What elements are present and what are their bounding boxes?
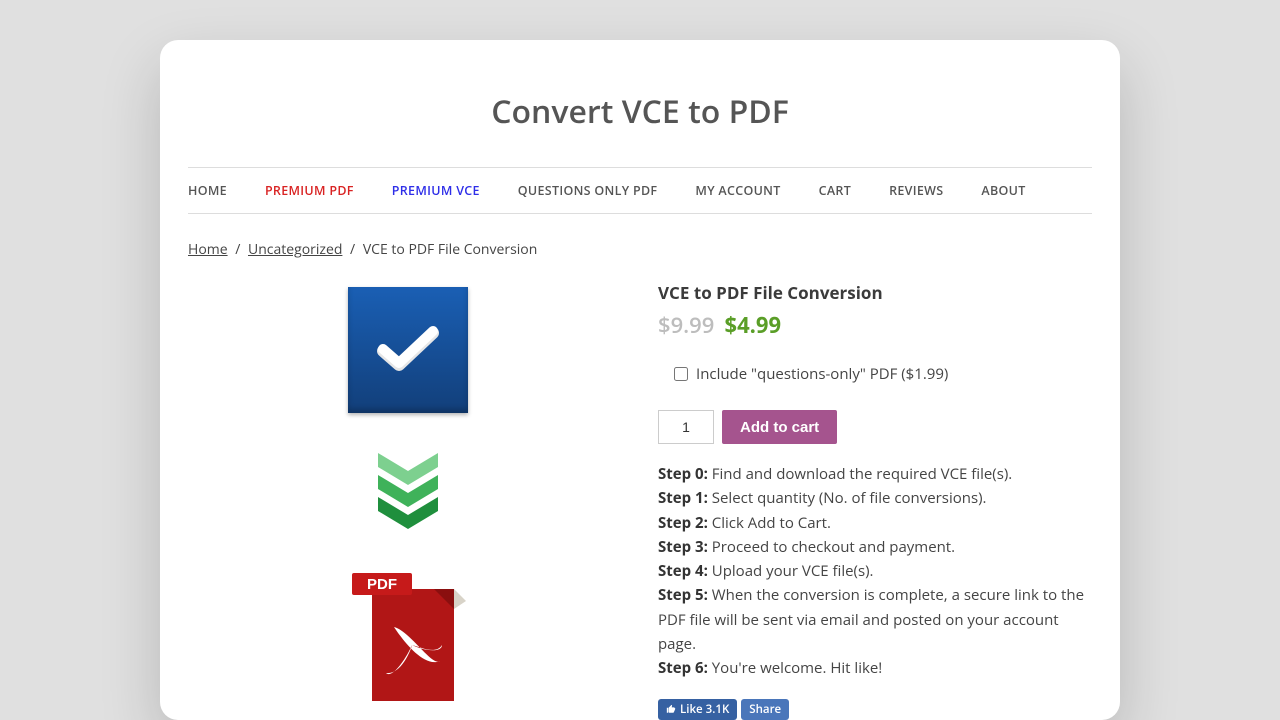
- addon-row[interactable]: Include "questions-only" PDF ($1.99): [674, 364, 1092, 384]
- breadcrumb-category[interactable]: Uncategorized: [248, 240, 342, 259]
- page-card: Convert VCE to PDF HOME PREMIUM PDF PREMIU…: [160, 40, 1120, 720]
- step-line: Step 3: Proceed to checkout and payment.: [658, 535, 1092, 559]
- product-title: VCE to PDF File Conversion: [658, 281, 1092, 304]
- step-line: Step 4: Upload your VCE file(s).: [658, 559, 1092, 583]
- nav-item-home[interactable]: HOME: [188, 182, 227, 199]
- quantity-stepper[interactable]: [658, 410, 714, 444]
- product-gallery: PDF: [188, 281, 628, 720]
- nav-item-premium-vce[interactable]: PREMIUM VCE: [392, 182, 480, 199]
- pdf-file-icon: PDF: [350, 569, 466, 710]
- steps-list: Step 0: Find and download the required V…: [658, 462, 1092, 681]
- addon-label: Include "questions-only" PDF ($1.99): [696, 364, 948, 384]
- price-original: $9.99: [658, 310, 714, 340]
- nav-item-cart[interactable]: CART: [819, 182, 851, 199]
- product-price: $9.99 $4.99: [658, 310, 1092, 340]
- nav-item-my-account[interactable]: MY ACCOUNT: [695, 182, 780, 199]
- step-line: Step 6: You're welcome. Hit like!: [658, 656, 1092, 680]
- fb-like-label: Like 3.1K: [680, 702, 729, 717]
- vce-check-icon: [348, 287, 468, 413]
- breadcrumb-home[interactable]: Home: [188, 240, 228, 259]
- breadcrumb-sep: /: [235, 240, 240, 259]
- down-arrows-icon: [368, 453, 448, 529]
- breadcrumb-current: VCE to PDF File Conversion: [363, 240, 537, 259]
- step-line: Step 2: Click Add to Cart.: [658, 511, 1092, 535]
- thumbs-up-icon: [666, 704, 676, 714]
- nav-item-about[interactable]: ABOUT: [981, 182, 1025, 199]
- nav-item-reviews[interactable]: REVIEWS: [889, 182, 943, 199]
- fb-share-button[interactable]: Share: [741, 699, 789, 720]
- fb-like-button[interactable]: Like 3.1K: [658, 699, 737, 720]
- step-line: Step 0: Find and download the required V…: [658, 462, 1092, 486]
- facebook-plugin: Like 3.1K Share: [658, 699, 1092, 720]
- cart-row: Add to cart: [658, 410, 1092, 444]
- main-nav: HOME PREMIUM PDF PREMIUM VCE QUESTIONS ONLY…: [188, 167, 1092, 214]
- add-to-cart-button[interactable]: Add to cart: [722, 410, 837, 444]
- price-sale: $4.99: [725, 310, 782, 340]
- product-area: PDF VCE to PDF File Conversion $9.99 $4.…: [188, 281, 1092, 720]
- step-line: Step 1: Select quantity (No. of file con…: [658, 486, 1092, 510]
- site-title[interactable]: Convert VCE to PDF: [188, 90, 1092, 133]
- svg-text:PDF: PDF: [367, 576, 397, 593]
- nav-item-questions-only-pdf[interactable]: QUESTIONS ONLY PDF: [518, 182, 658, 199]
- fb-share-label: Share: [749, 702, 781, 717]
- addon-checkbox[interactable]: [674, 367, 688, 381]
- step-line: Step 5: When the conversion is complete,…: [658, 583, 1092, 656]
- breadcrumb: Home / Uncategorized / VCE to PDF File C…: [188, 240, 1092, 259]
- product-summary: VCE to PDF File Conversion $9.99 $4.99 I…: [658, 281, 1092, 720]
- nav-item-premium-pdf[interactable]: PREMIUM PDF: [265, 182, 354, 199]
- breadcrumb-sep: /: [350, 240, 355, 259]
